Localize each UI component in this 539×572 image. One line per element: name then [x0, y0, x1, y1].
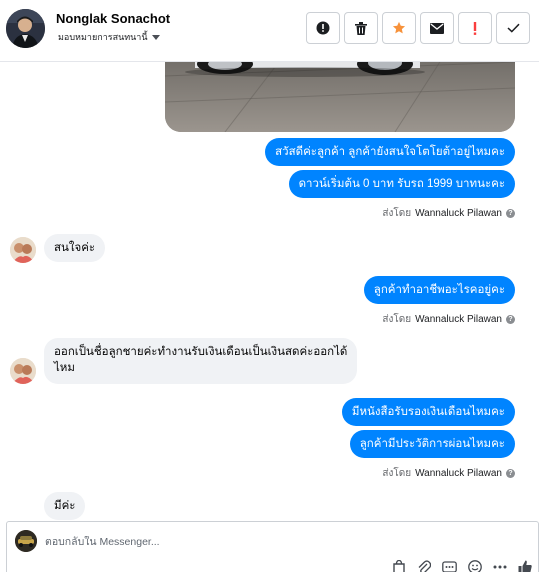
exclamation-icon: [473, 21, 477, 35]
shopping-bag-icon[interactable]: [392, 560, 406, 572]
agent-name[interactable]: Wannaluck Pilawan: [415, 468, 502, 479]
emoji-icon[interactable]: [468, 560, 482, 572]
assign-label: มอบหมายการสนทนานี้: [58, 32, 148, 42]
star-icon: [392, 21, 406, 34]
car-photo-attachment[interactable]: [165, 62, 515, 132]
incoming-message[interactable]: ออกเป็นชื่อลูกชายค่ะทำงานรับเงินเดือนเป็…: [44, 338, 358, 384]
agent-name[interactable]: Wannaluck Pilawan: [415, 208, 502, 219]
composer-toolbar: [392, 560, 532, 572]
chevron-down-icon: [151, 34, 160, 40]
outgoing-message[interactable]: ดาวน์เริ่มต้น 0 บาท รับรถ 1999 บาทนะคะ: [288, 170, 515, 198]
user-avatar[interactable]: [10, 237, 36, 263]
outgoing-message[interactable]: สวัสดีค่ะลูกค้า ลูกค้ายังสนใจโตโยต้าอยู่…: [265, 138, 515, 166]
contact-avatar[interactable]: [6, 9, 45, 48]
exclamation-circle-icon: [316, 21, 330, 35]
reply-input[interactable]: [45, 536, 345, 548]
delete-button[interactable]: [344, 12, 378, 44]
more-options-icon[interactable]: [493, 560, 507, 572]
contact-name[interactable]: Nonglak Sonachot: [56, 11, 170, 26]
thumbs-up-icon[interactable]: [518, 560, 532, 572]
sent-by-prefix: ส่งโดย: [382, 208, 412, 219]
question-circle-icon[interactable]: ?: [506, 315, 515, 324]
question-circle-icon[interactable]: ?: [506, 209, 515, 218]
message-line: ไหม: [54, 362, 75, 374]
assign-conversation-dropdown[interactable]: มอบหมายการสนทนานี้: [58, 30, 160, 44]
sent-by-label: ส่งโดย Wannaluck Pilawan ?: [382, 312, 515, 327]
reply-composer: [6, 521, 539, 572]
report-button[interactable]: [306, 12, 340, 44]
done-button[interactable]: [496, 12, 530, 44]
paperclip-icon[interactable]: [417, 560, 431, 572]
incoming-message[interactable]: มีค่ะ: [44, 492, 86, 520]
outgoing-message[interactable]: มีหนังสือรับรองเงินเดือนไหมคะ: [341, 398, 515, 426]
trash-icon: [355, 21, 367, 35]
mark-unread-button[interactable]: [420, 12, 454, 44]
incoming-message[interactable]: สนใจค่ะ: [44, 234, 106, 262]
star-button[interactable]: [382, 12, 416, 44]
sent-by-prefix: ส่งโดย: [382, 468, 412, 479]
agent-name[interactable]: Wannaluck Pilawan: [415, 314, 502, 325]
envelope-icon: [430, 22, 444, 34]
check-icon: [506, 23, 520, 33]
spam-button[interactable]: [458, 12, 492, 44]
outgoing-message[interactable]: ลูกค้าทำอาชีพอะไรคอยู่คะ: [363, 276, 515, 304]
sent-by-prefix: ส่งโดย: [382, 314, 412, 325]
question-circle-icon[interactable]: ?: [506, 469, 515, 478]
outgoing-message[interactable]: ลูกค้ามีประวัติการผ่อนไหมคะ: [349, 430, 515, 458]
user-avatar[interactable]: [10, 358, 36, 384]
message-line: ออกเป็นชื่อลูกชายค่ะทำงานรับเงินเดือนเป็…: [54, 346, 348, 358]
conversation-header: Nonglak Sonachot มอบหมายการสนทนานี้: [0, 0, 539, 62]
message-thread[interactable]: สวัสดีค่ะลูกค้า ลูกค้ายังสนใจโตโยต้าอยู่…: [0, 62, 539, 520]
sent-by-label: ส่งโดย Wannaluck Pilawan ?: [382, 466, 515, 481]
page-avatar: [15, 530, 37, 552]
sent-by-label: ส่งโดย Wannaluck Pilawan ?: [382, 206, 515, 221]
saved-replies-icon[interactable]: [442, 560, 457, 572]
